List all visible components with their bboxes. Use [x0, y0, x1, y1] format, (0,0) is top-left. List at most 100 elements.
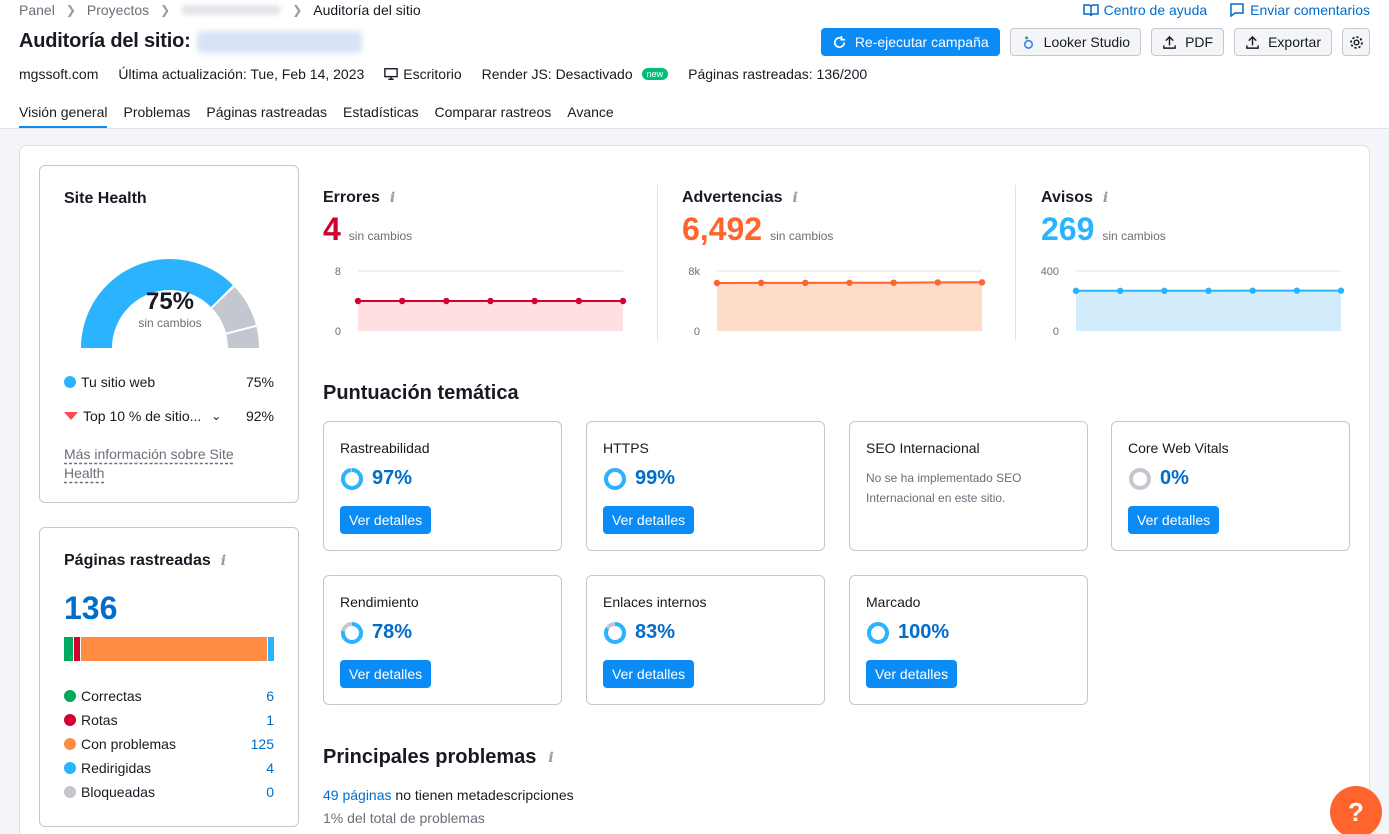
metric-notices-note: sin cambios [1102, 229, 1166, 243]
stacked-bar-segment[interactable] [80, 637, 268, 661]
stacked-bar-segment[interactable] [73, 637, 80, 661]
legend-dot [64, 714, 76, 726]
score-ring-fill [341, 468, 363, 490]
help-center-link[interactable]: Centro de ayuda [1082, 2, 1207, 18]
legend-dot [64, 690, 76, 702]
looker-studio-button[interactable]: Looker Studio [1009, 28, 1142, 56]
site-health-more-link[interactable]: Más información sobre Site Health [64, 445, 264, 483]
stacked-bar-segment[interactable] [64, 637, 73, 661]
thematic-card: Rastreabilidad 97% Ver detalles [323, 421, 562, 551]
crawled-pages-info: Páginas rastreadas: 136/200 [688, 66, 868, 82]
breadcrumb-panel[interactable]: Panel [19, 2, 55, 18]
site-health-title: Site Health [64, 190, 147, 207]
stacked-bar-segment[interactable] [268, 637, 274, 661]
domain-text: mgssoft.com [19, 66, 99, 82]
info-icon[interactable]: i [548, 750, 553, 766]
chart-point [890, 279, 897, 286]
page-title-row: Auditoría del sitio: [19, 30, 362, 53]
tab-issues[interactable]: Problemas [123, 104, 190, 128]
chevron-down-icon[interactable]: ⌄ [211, 409, 221, 423]
errors-trend-chart: 80 [335, 266, 627, 338]
thematic-card-name: Rastreabilidad [340, 440, 430, 456]
page-title: Auditoría del sitio: [19, 30, 191, 52]
top-links: Centro de ayuda Enviar comentarios [1082, 2, 1370, 18]
thematic-card-score[interactable]: 83% [635, 621, 675, 644]
tab-statistics[interactable]: Estadísticas [343, 104, 418, 128]
breadcrumb-project-redacted[interactable] [181, 5, 282, 15]
breadcrumb-projects[interactable]: Proyectos [87, 2, 149, 18]
help-button[interactable]: ? [1330, 786, 1382, 834]
thematic-card: Enlaces internos 83% Ver detalles [586, 575, 825, 705]
chart-point [531, 297, 538, 305]
thematic-card-name: SEO Internacional [866, 440, 980, 456]
chart-point [1293, 287, 1301, 294]
tab-progress[interactable]: Avance [567, 104, 613, 128]
thematic-card-score[interactable]: 0% [1160, 467, 1189, 490]
gear-icon [1349, 35, 1363, 49]
upload-icon [1163, 35, 1176, 49]
chart-point [354, 297, 362, 305]
tab-bar: Visión general Problemas Páginas rastrea… [19, 104, 614, 128]
thematic-card-score[interactable]: 78% [372, 621, 412, 644]
thematic-card-name: Rendimiento [340, 594, 419, 610]
issue-pages-link[interactable]: 49 páginas [323, 787, 392, 803]
crawled-pages-total[interactable]: 136 [64, 590, 117, 627]
site-health-value: 75% [145, 288, 195, 315]
thematic-card-score[interactable]: 100% [898, 621, 949, 644]
thematic-card-desc: No se ha implementado SEO Internacional … [866, 471, 1022, 505]
thematic-score-title: Puntuación temática [323, 382, 519, 404]
thematic-card: Marcado 100% Ver detalles [849, 575, 1088, 705]
project-name-redacted [196, 30, 362, 53]
thematic-card-score[interactable]: 97% [372, 467, 412, 490]
rerun-campaign-button[interactable]: Re-ejecutar campaña [820, 28, 1000, 56]
metric-warnings-value[interactable]: 6,492 [682, 211, 762, 248]
info-icon[interactable]: i [1103, 190, 1108, 206]
thematic-card: HTTPS 99% Ver detalles [586, 421, 825, 551]
view-details-button[interactable]: Ver detalles [866, 660, 958, 688]
info-icon[interactable]: i [221, 553, 226, 569]
top-issue-item: 49 páginas no tienen metadescripciones [323, 787, 574, 803]
view-details-button[interactable]: Ver detalles [1128, 506, 1220, 534]
export-button[interactable]: Exportar [1234, 28, 1332, 56]
pdf-button[interactable]: PDF [1151, 28, 1225, 56]
monitor-icon [384, 68, 399, 80]
chart-point [619, 297, 627, 305]
legend-top-10[interactable]: Top 10 % de sitio... ⌄ 92% [64, 408, 274, 424]
chart-point [398, 297, 406, 305]
crawled-pages-row: Redirigidas 4 [64, 760, 274, 776]
view-details-button[interactable]: Ver detalles [340, 660, 432, 688]
y-axis-tick-label: 8k [688, 266, 700, 278]
y-axis-tick-label: 0 [1053, 326, 1059, 338]
thematic-card-score[interactable]: 99% [635, 467, 675, 490]
score-ring-icon [341, 622, 363, 644]
score-ring-fill [604, 468, 626, 490]
chart-point [846, 279, 853, 286]
chart-area [717, 282, 982, 331]
y-axis-tick-label: 0 [335, 326, 341, 338]
metric-warnings-note: sin cambios [770, 229, 834, 243]
top-issues-title: Principales problemas i [323, 746, 554, 768]
info-icon[interactable]: i [390, 190, 395, 206]
tab-crawled-pages[interactable]: Páginas rastreadas [206, 104, 327, 128]
chart-point [1249, 287, 1256, 294]
warnings-trend-chart: 8k 0 [688, 266, 986, 338]
thematic-card: Core Web Vitals 0% Ver detalles [1111, 421, 1350, 551]
chart-point [934, 279, 942, 286]
metric-warnings: Advertencias i 6,492 sin cambios 8k 0 [682, 185, 1002, 340]
settings-button[interactable] [1342, 28, 1370, 56]
chart-area [1076, 290, 1341, 331]
score-ring-icon [604, 468, 626, 490]
chart-area [358, 301, 623, 331]
send-feedback-link[interactable]: Enviar comentarios [1229, 2, 1370, 18]
chart-point [1116, 287, 1124, 294]
score-ring-icon [341, 468, 363, 490]
chart-point [487, 297, 494, 305]
tab-compare-crawls[interactable]: Comparar rastreos [435, 104, 552, 128]
metric-errors-value[interactable]: 4 [323, 211, 341, 248]
view-details-button[interactable]: Ver detalles [340, 506, 432, 534]
view-details-button[interactable]: Ver detalles [603, 506, 695, 534]
metric-notices-value[interactable]: 269 [1041, 211, 1094, 248]
info-icon[interactable]: i [793, 190, 798, 206]
tab-overview[interactable]: Visión general [19, 104, 108, 128]
view-details-button[interactable]: Ver detalles [603, 660, 695, 688]
